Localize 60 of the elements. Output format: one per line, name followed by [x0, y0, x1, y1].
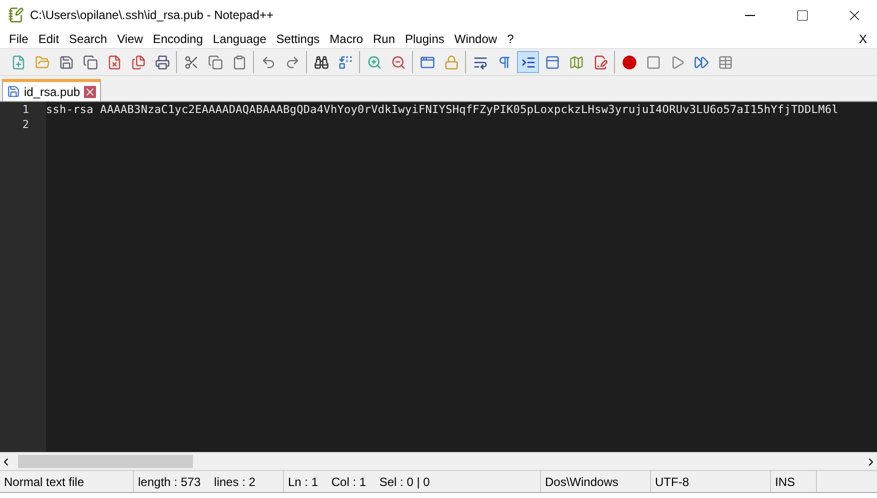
- save-all-icon: [82, 54, 98, 70]
- menu-item[interactable]: Window: [449, 32, 502, 46]
- document-pen-icon: [592, 54, 608, 70]
- new-file-icon: [10, 54, 26, 70]
- close-file-icon: [106, 54, 122, 70]
- menu-item[interactable]: Plugins: [400, 32, 450, 46]
- table-icon: [718, 54, 732, 70]
- menu-item[interactable]: View: [112, 32, 148, 46]
- menu-item[interactable]: ?: [502, 32, 519, 46]
- cut-icon: [184, 54, 198, 70]
- map-icon: [568, 54, 584, 70]
- window-title: C:\Users\opilane\.ssh\id_rsa.pub - Notepad++: [30, 8, 274, 22]
- menu-item[interactable]: Edit: [33, 32, 64, 46]
- menu-item[interactable]: Search: [64, 32, 112, 46]
- panel-icon: [544, 54, 560, 70]
- zoom-in-icon: [366, 54, 382, 70]
- code-line: ssh-rsa AAAAB3NzaC1yc2EAAAADAQABAAABgQDa4VhYoy0rVdkIwyiFNIYSHqfFZyPIK05pLoxpckzLHsw3yrujuI4ORUv3LU6o57aI15hYfjTDDLM6l: [46, 102, 840, 117]
- print-icon: [154, 54, 170, 70]
- file-tab[interactable]: id_rsa.pub: [2, 79, 102, 101]
- redo-icon: [284, 54, 300, 70]
- open-folder-icon: [34, 54, 50, 70]
- status-field: Ln : 1 Col : 1 Sel : 0 | 0: [284, 471, 541, 492]
- undo-icon: [260, 54, 276, 70]
- status-field: UTF-8: [651, 471, 771, 492]
- line-number: 2: [21, 117, 30, 132]
- zoom-out-icon: [390, 54, 406, 70]
- binoculars-icon: [314, 54, 328, 70]
- pilcrow-icon: [496, 54, 512, 70]
- fast-forward-icon: [694, 54, 708, 70]
- close-all-icon: [130, 54, 146, 70]
- play-icon: [670, 54, 684, 70]
- menu-item[interactable]: Encoding: [148, 32, 208, 46]
- status-field: Dos\Windows: [541, 471, 651, 492]
- notepad-icon: [8, 7, 24, 23]
- menu-item[interactable]: File: [4, 32, 34, 46]
- menu-item[interactable]: Language: [208, 32, 272, 46]
- replace-icon: [338, 54, 352, 70]
- menu-item[interactable]: Run: [368, 32, 400, 46]
- save-icon: [7, 85, 20, 98]
- close-tab-icon[interactable]: [84, 86, 96, 98]
- indent-guide-icon: [520, 54, 536, 70]
- minimize-icon: [745, 14, 755, 16]
- scrollbar-thumb[interactable]: [18, 455, 193, 468]
- status-field: length : 573 lines : 2: [134, 471, 284, 492]
- lock-icon: [444, 54, 458, 70]
- maximize-icon: [796, 8, 808, 22]
- line-number: 1: [21, 102, 30, 117]
- menu-item[interactable]: Macro: [324, 32, 368, 46]
- menu-item[interactable]: Settings: [271, 32, 325, 46]
- status-field: INS: [771, 471, 817, 492]
- copy-icon: [208, 54, 222, 70]
- record-icon: [622, 54, 636, 70]
- wrap-text-icon: [472, 54, 488, 70]
- stop-icon: [646, 54, 660, 70]
- close-document-button[interactable]: X: [852, 32, 873, 46]
- save-icon: [58, 54, 74, 70]
- window-icon: [420, 54, 434, 70]
- paste-icon: [232, 54, 246, 70]
- status-field: Normal text file: [0, 471, 134, 492]
- toolbar-button[interactable]: [517, 51, 539, 73]
